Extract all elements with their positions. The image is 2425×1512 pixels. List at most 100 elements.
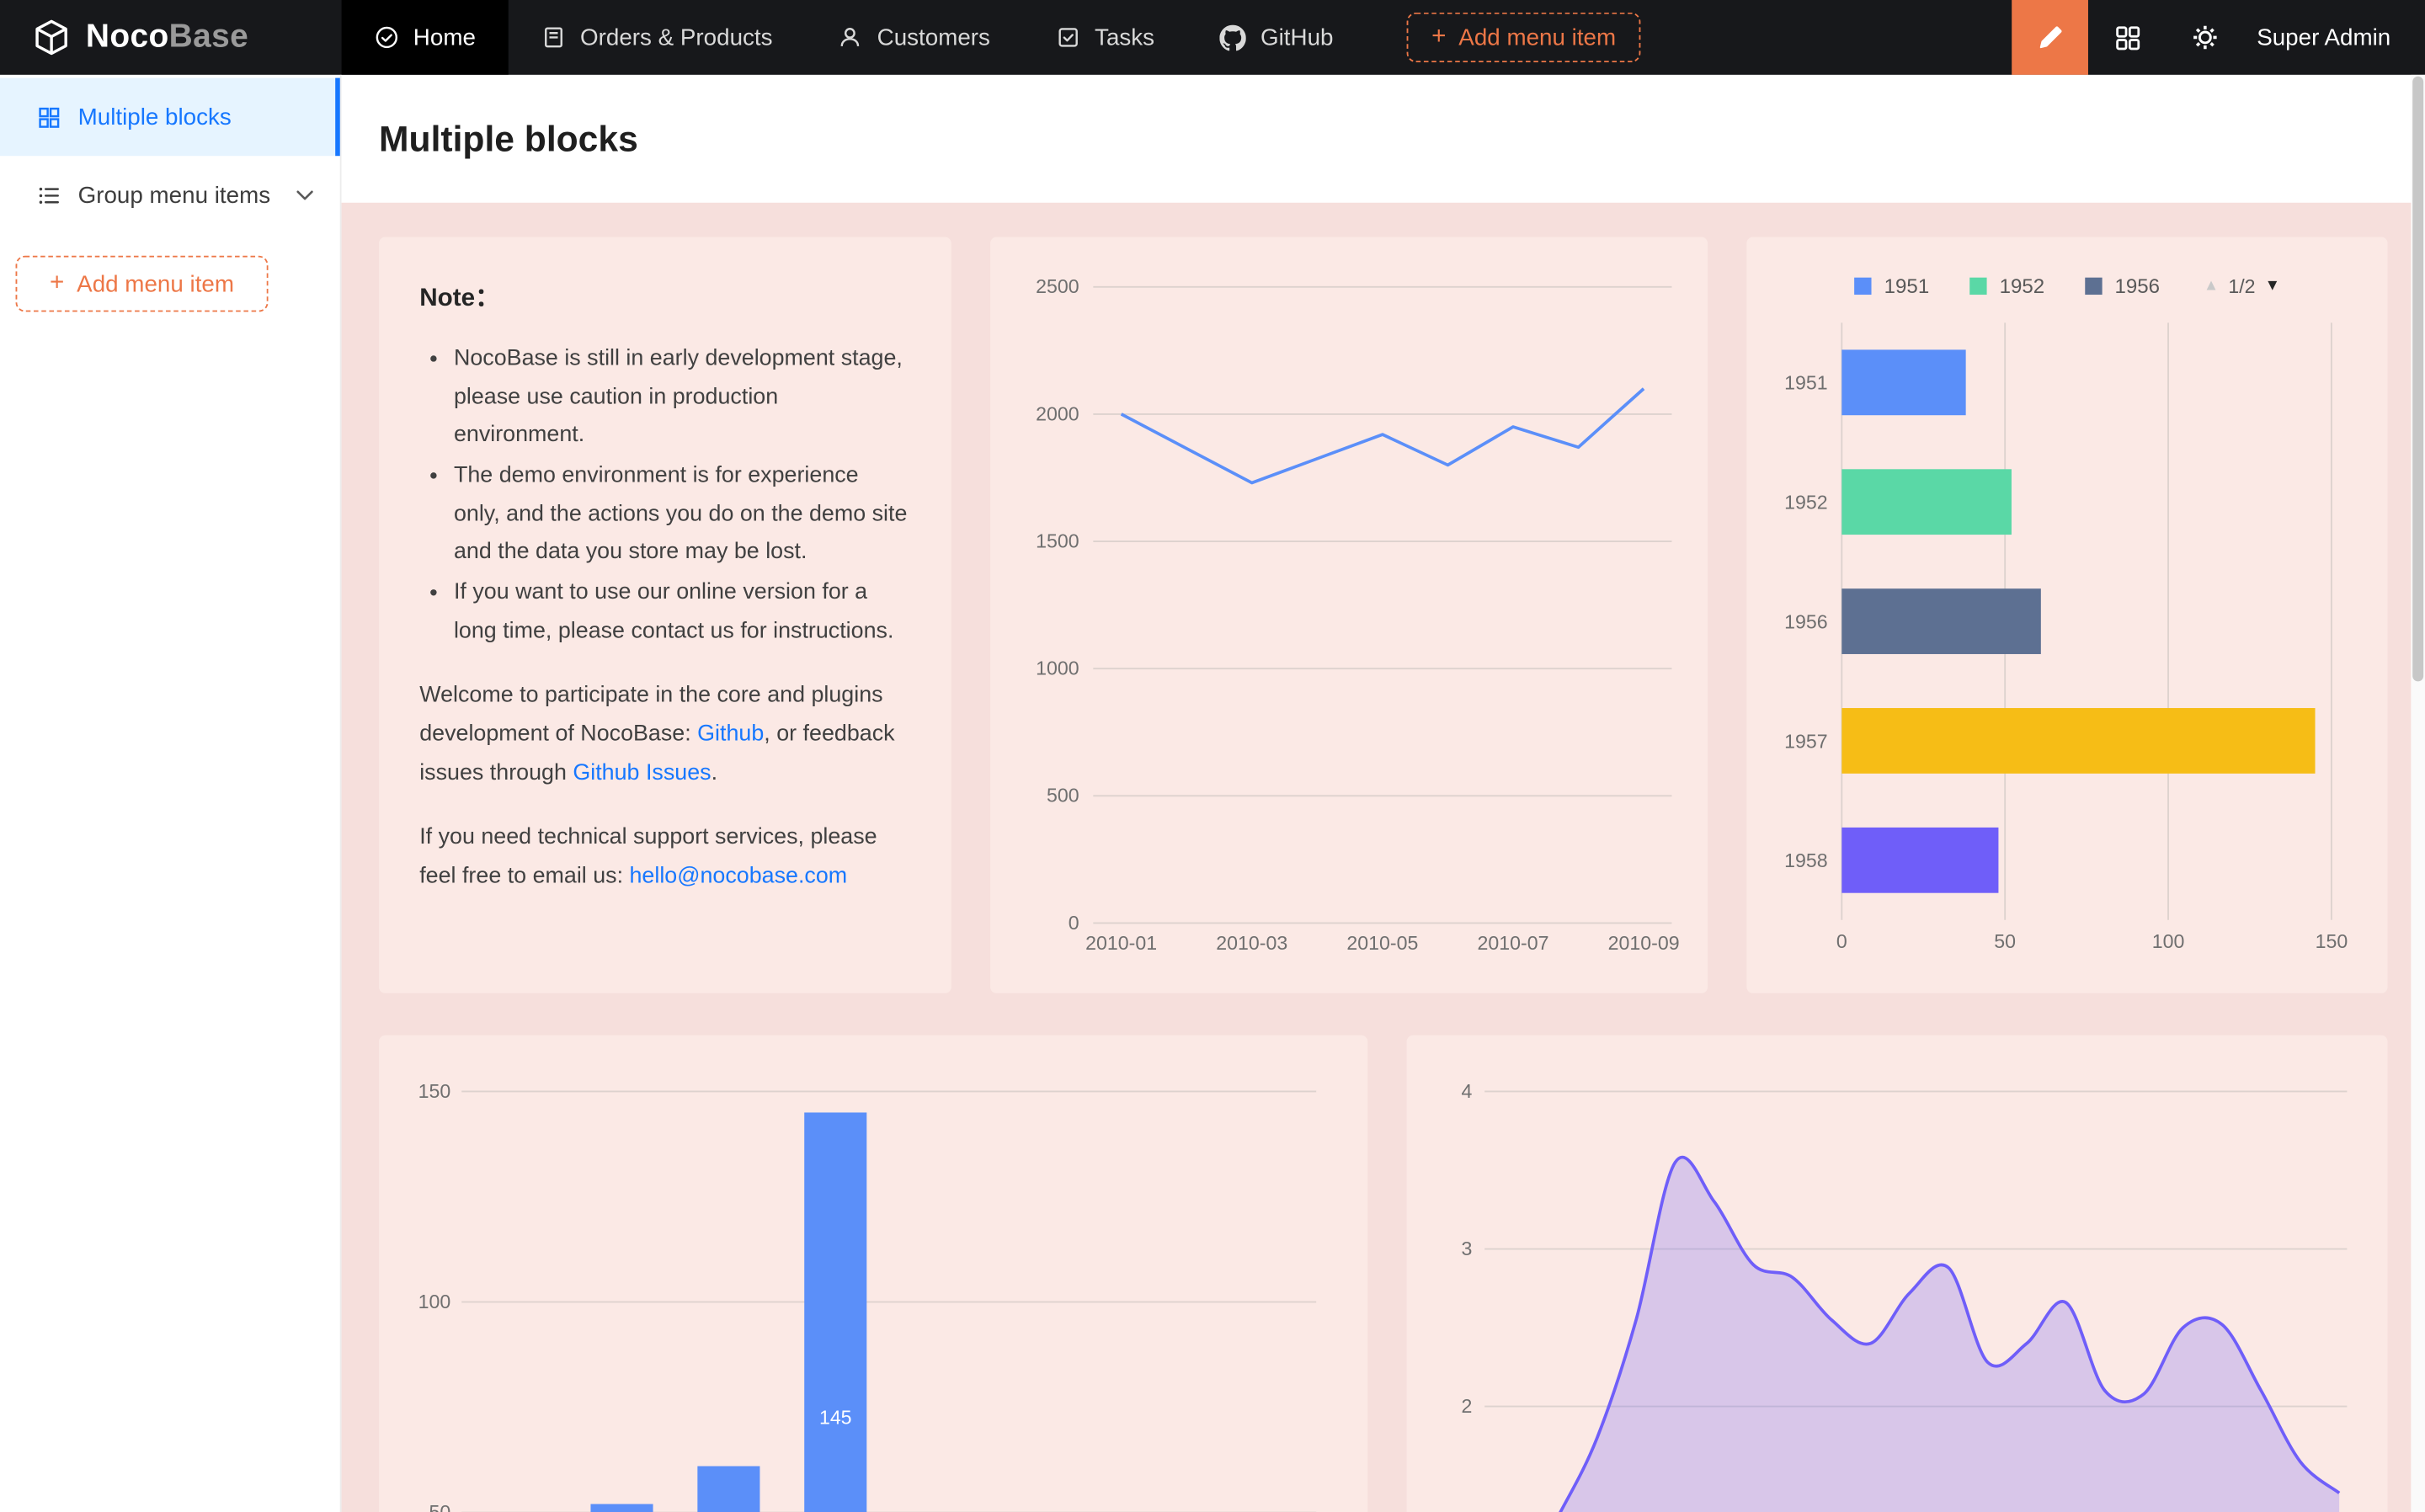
sidebar: Multiple blocks Group menu items — [0, 75, 342, 1512]
support-email-link[interactable]: hello@nocobase.com — [629, 864, 847, 889]
area-chart[interactable]: 234 — [1431, 1060, 2363, 1512]
chart-legend: 1951 1952 1956 ▲1/2▼ — [1766, 253, 2369, 304]
note-text: . — [712, 760, 717, 785]
svg-text:150: 150 — [2316, 930, 2348, 952]
nav-menu: Home Orders & Products — [342, 0, 1641, 75]
svg-text:1000: 1000 — [1035, 658, 1078, 679]
page-header: Multiple blocks — [342, 75, 2425, 203]
customers-icon — [838, 25, 863, 51]
brand-text: NocoBase — [86, 19, 248, 56]
area-chart-svg: 234 — [1431, 1060, 2364, 1512]
legend-item-1951[interactable]: 1951 — [1854, 274, 1929, 298]
svg-text:1952: 1952 — [1785, 492, 1828, 514]
svg-text:50: 50 — [429, 1501, 451, 1512]
svg-text:2500: 2500 — [1035, 275, 1078, 297]
sidebar-item-multiple-blocks[interactable]: Multiple blocks — [0, 78, 340, 157]
legend-item-1952[interactable]: 1952 — [1969, 274, 2044, 298]
note-support-paragraph: If you need technical support services, … — [419, 819, 910, 896]
current-user-menu[interactable]: Super Admin — [2257, 24, 2390, 51]
blocks-grid-icon — [37, 105, 61, 129]
legend-next-icon[interactable]: ▼ — [2265, 278, 2280, 295]
svg-text:500: 500 — [1046, 785, 1079, 807]
horizontal-bar-chart-svg: 05010015019511952195619571958 — [1766, 304, 2369, 977]
chevron-down-icon — [297, 189, 314, 200]
tasks-icon — [1056, 25, 1081, 51]
scrollbar-thumb[interactable] — [2412, 77, 2423, 682]
nav-item-label: GitHub — [1260, 24, 1333, 51]
navbar-add-menu-item-button[interactable]: + Add menu item — [1407, 13, 1641, 62]
svg-text:2010-05: 2010-05 — [1346, 932, 1418, 954]
note-bullet-list: NocoBase is still in early development s… — [419, 340, 910, 651]
sidebar-item-label: Group menu items — [78, 182, 271, 208]
plus-icon: + — [50, 271, 64, 296]
note-welcome-paragraph: Welcome to participate in the core and p… — [419, 677, 910, 792]
nav-item-label: Tasks — [1095, 24, 1154, 51]
legend-item-1956[interactable]: 1956 — [2085, 274, 2160, 298]
highlighter-icon — [2037, 24, 2063, 51]
note-bullet: NocoBase is still in early development s… — [454, 340, 910, 455]
add-menu-item-label: Add menu item — [1458, 24, 1616, 51]
nav-item-tasks[interactable]: Tasks — [1023, 0, 1187, 75]
sidebar-add-menu-item-button[interactable]: + Add menu item — [16, 256, 269, 312]
svg-text:2000: 2000 — [1035, 402, 1078, 424]
svg-text:100: 100 — [2152, 930, 2185, 952]
blocks-row-2: 5010015038526114548 234 — [379, 1036, 2388, 1512]
horizontal-bar-chart-block: 195119521956▲1/2▼ 0501001501951195219561… — [1747, 237, 2388, 993]
legend-prev-icon[interactable]: ▲ — [2204, 278, 2219, 295]
app-window: NocoBase Home — [0, 0, 2425, 1512]
page-content: Note： NocoBase is still in early develop… — [342, 203, 2425, 1512]
legend-pagination: ▲1/2▼ — [2204, 275, 2280, 297]
svg-text:1500: 1500 — [1035, 530, 1078, 551]
markdown-note-block: Note： NocoBase is still in early develop… — [379, 237, 951, 993]
nav-item-home[interactable]: Home — [342, 0, 509, 75]
horizontal-bar-chart[interactable]: 05010015019511952195619571958 — [1766, 304, 2369, 977]
sidebar-item-label: Multiple blocks — [78, 104, 232, 130]
nav-item-label: Customers — [877, 24, 990, 51]
add-menu-item-label: Add menu item — [77, 270, 234, 296]
nav-item-customers[interactable]: Customers — [805, 0, 1022, 75]
nocobase-logo[interactable]: NocoBase — [0, 0, 342, 75]
line-chart-svg: 0 500 1000 1500 2000 2500 2010-01 2010-03 2010-0… — [1009, 253, 1690, 977]
bar-chart[interactable]: 5010015038526114548 — [404, 1060, 1342, 1512]
app-body: Multiple blocks Group menu items — [0, 75, 2425, 1512]
svg-text:1957: 1957 — [1785, 730, 1828, 752]
svg-text:2010-09: 2010-09 — [1607, 932, 1679, 954]
line-chart[interactable]: 0 500 1000 1500 2000 2500 2010-01 2010-03 2010-0… — [1009, 253, 1690, 977]
github-icon — [1220, 24, 1246, 51]
legend-label: 1956 — [2114, 274, 2160, 298]
list-icon — [37, 184, 61, 207]
orders-icon — [541, 25, 567, 51]
navbar-right: Super Admin — [2012, 0, 2425, 75]
nocobase-logo-icon — [31, 17, 72, 57]
line-chart-block: 0 500 1000 1500 2000 2500 2010-01 2010-03 2010-0… — [989, 237, 1708, 993]
legend-label: 1951 — [1884, 274, 1930, 298]
nav-item-github[interactable]: GitHub — [1187, 0, 1366, 75]
github-link[interactable]: Github — [697, 721, 764, 747]
plus-icon: + — [1431, 25, 1446, 51]
github-issues-link[interactable]: Github Issues — [573, 760, 711, 785]
svg-text:2010-01: 2010-01 — [1085, 932, 1156, 954]
area-chart-block: 234 — [1406, 1036, 2388, 1512]
svg-text:145: 145 — [819, 1406, 852, 1428]
bar-chart-svg: 5010015038526114548 — [404, 1060, 1343, 1512]
bar-chart-block: 5010015038526114548 — [379, 1036, 1367, 1512]
legend-swatch — [1854, 278, 1871, 295]
nav-item-label: Orders & Products — [580, 24, 773, 51]
gear-icon — [2191, 24, 2219, 51]
nav-item-orders-products[interactable]: Orders & Products — [509, 0, 806, 75]
vertical-scrollbar[interactable] — [2411, 75, 2425, 1512]
note-title: Note： — [419, 278, 910, 320]
ui-editor-button[interactable] — [2012, 0, 2088, 75]
svg-text:0: 0 — [1068, 912, 1079, 934]
svg-text:50: 50 — [1995, 930, 2017, 952]
settings-button[interactable] — [2167, 0, 2245, 75]
sidebar-item-group-menu-items[interactable]: Group menu items — [0, 156, 340, 234]
svg-text:2010-07: 2010-07 — [1477, 932, 1548, 954]
svg-text:2010-03: 2010-03 — [1216, 932, 1287, 954]
top-navbar: NocoBase Home — [0, 0, 2425, 75]
plugins-grid-button[interactable] — [2088, 0, 2167, 75]
svg-text:1951: 1951 — [1785, 372, 1828, 394]
nav-item-label: Home — [413, 24, 476, 51]
legend-swatch — [1969, 278, 1986, 295]
grid-icon — [2114, 24, 2140, 51]
